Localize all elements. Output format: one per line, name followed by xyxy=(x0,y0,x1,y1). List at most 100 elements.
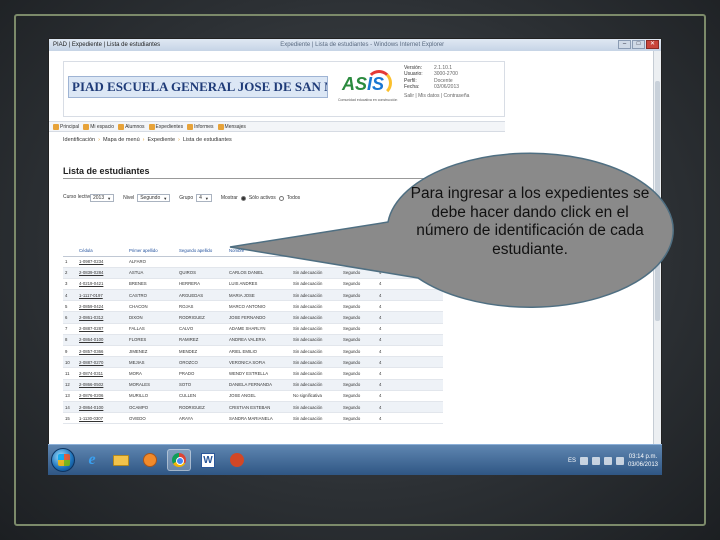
table-cell: Sin adecuación xyxy=(291,300,341,313)
table-cell: JIMENEZ xyxy=(127,345,177,358)
column-header[interactable]: Primer apellido xyxy=(127,246,177,257)
student-id-link[interactable]: 2-0887-0287 xyxy=(77,323,127,335)
student-id-link[interactable]: 2-0839-0284 xyxy=(77,267,127,279)
chrome-icon[interactable] xyxy=(167,449,191,471)
table-cell: HERRERA xyxy=(177,278,227,291)
flag-icon[interactable] xyxy=(579,456,588,465)
clock[interactable]: 03:14 p.m. 03/06/2013 xyxy=(628,453,658,469)
student-id-link[interactable]: 1-0987-0234 xyxy=(77,256,127,268)
column-header[interactable]: Segundo apellido xyxy=(177,246,227,257)
grupo-value: 4 xyxy=(199,195,202,201)
table-cell: 4 xyxy=(377,323,443,335)
student-id-link[interactable]: 2-0864-0100 xyxy=(77,334,127,347)
folder-icon xyxy=(148,123,155,130)
clock-date: 03/06/2013 xyxy=(627,461,658,468)
table-row: 12 2-0866-0502 MORALES SOTO DANIELA FERNANDA… xyxy=(63,379,443,391)
table-cell: 4 xyxy=(377,278,443,291)
table-cell: Segundo xyxy=(341,412,377,425)
session-info: Versión: 2.1.10.1 Usuario: 3000-2700 Perfi… xyxy=(404,65,469,99)
scrollbar-thumb[interactable] xyxy=(655,81,660,321)
power-icon[interactable] xyxy=(615,456,624,465)
student-id-link[interactable]: 2-0874-0311 xyxy=(77,367,127,380)
curso-select[interactable]: 2013 ▼ xyxy=(90,194,115,202)
table-cell: Sin adecuación xyxy=(291,379,341,391)
internet-explorer-icon[interactable]: e xyxy=(80,449,104,471)
logo-text-a: AS xyxy=(342,74,368,94)
table-cell: ALFARO xyxy=(127,256,177,268)
student-id-link[interactable]: 2-0857-0366 xyxy=(77,345,127,358)
radio-activos[interactable] xyxy=(240,195,246,201)
word-icon[interactable]: W xyxy=(196,449,220,471)
folder-icon[interactable] xyxy=(109,449,133,471)
breadcrumb-item[interactable]: Expediente xyxy=(148,137,176,143)
breadcrumb: Identificación › Mapa de menú › Expediente… xyxy=(63,137,232,143)
language-indicator[interactable]: ES xyxy=(568,458,576,464)
table-row: 2 2-0839-0284 ASTUA QUIROS CARLOS DANIEL Sin … xyxy=(63,267,443,279)
menu-item-alumnos[interactable]: Alumnos xyxy=(118,123,145,130)
table-cell: Segundo xyxy=(341,267,377,279)
table-cell: OVIEDO xyxy=(127,412,177,425)
info-label: Fecha: xyxy=(404,84,420,91)
student-id-link[interactable]: 1-1117-0197 xyxy=(77,289,127,302)
table-cell xyxy=(177,256,227,268)
column-header[interactable]: Condición xyxy=(291,246,341,257)
close-button[interactable]: ✕ xyxy=(646,40,659,49)
session-links[interactable]: Salir | Mis datos | Contraseña xyxy=(404,93,469,99)
menu-item-informes[interactable]: Informes xyxy=(187,123,214,130)
menu-label: Mi espacio xyxy=(90,123,115,130)
table-cell: MORALES xyxy=(127,379,177,391)
grupo-select[interactable]: 4 ▼ xyxy=(196,194,212,202)
student-id-link[interactable]: 2-0866-0502 xyxy=(77,379,127,391)
table-cell: Segundo xyxy=(341,311,377,324)
student-id-link[interactable]: 2-0876-0206 xyxy=(77,390,127,402)
table-cell: OROZCO xyxy=(177,356,227,369)
column-header[interactable]: Nombre xyxy=(227,246,291,257)
breadcrumb-item[interactable]: Mapa de menú xyxy=(103,137,140,143)
table-cell: JOSE ANGEL xyxy=(227,390,291,402)
menu-item-expedientes[interactable]: Expedientes xyxy=(148,123,183,130)
vertical-scrollbar[interactable] xyxy=(653,51,661,451)
student-id-link[interactable]: 4-0219-0421 xyxy=(77,278,127,291)
table-cell: 4 xyxy=(377,379,443,391)
table-cell: Sin adecuación xyxy=(291,356,341,369)
menu-item-principal[interactable]: Principal xyxy=(53,123,79,130)
table-cell: VERONICA SOFIA xyxy=(227,356,291,369)
radio-activos-label: Sólo activos xyxy=(248,195,276,201)
volume-icon[interactable] xyxy=(603,456,612,465)
student-id-link[interactable]: 2-0864-0100 xyxy=(77,401,127,414)
table-cell: DIXON xyxy=(127,311,177,324)
table-cell: ARGUEDAS xyxy=(177,289,227,302)
table-cell: No significativa xyxy=(291,390,341,402)
table-cell: 8 xyxy=(63,334,77,347)
page-title: Lista de estudiantes xyxy=(63,166,463,179)
table-cell: Sin adecuación xyxy=(291,323,341,335)
breadcrumb-item[interactable]: Identificación xyxy=(63,137,95,143)
table-cell: 4 xyxy=(377,311,443,324)
network-icon[interactable] xyxy=(591,456,600,465)
column-header[interactable]: Nivel xyxy=(341,246,377,257)
students-table: Cédula Primer apellido Segundo apellido … xyxy=(63,246,443,425)
student-id-link[interactable]: 2-0887-0270 xyxy=(77,356,127,369)
user-icon xyxy=(83,123,90,130)
menu-item-mi-espacio[interactable]: Mi espacio xyxy=(83,123,115,130)
radio-todos[interactable] xyxy=(278,195,284,201)
menu-item-mensajes[interactable]: Mensajes xyxy=(217,123,246,130)
table-cell: 7 xyxy=(63,323,77,335)
table-cell: Segundo xyxy=(341,278,377,291)
student-id-link[interactable]: 1-1130-0307 xyxy=(77,412,127,425)
student-id-link[interactable]: 2-0861-0312 xyxy=(77,311,127,324)
nivel-select[interactable]: Segundo ▼ xyxy=(137,194,171,202)
table-cell: DANIELA FERNANDA xyxy=(227,379,291,391)
menu-label: Alumnos xyxy=(125,123,145,130)
column-header xyxy=(63,246,77,257)
minimize-button[interactable]: – xyxy=(618,40,631,49)
start-button[interactable] xyxy=(51,448,75,472)
column-header[interactable]: Cédula xyxy=(77,246,127,257)
table-cell: OCAMPO xyxy=(127,401,177,414)
table-cell: Segundo xyxy=(341,390,377,402)
media-player-icon[interactable] xyxy=(138,449,162,471)
browser-titlebar: PIAD | Expediente | Lista de estudiantes… xyxy=(49,39,661,51)
student-id-link[interactable]: 2-0859-0424 xyxy=(77,300,127,313)
maximize-button[interactable]: □ xyxy=(632,40,645,49)
powerpoint-icon[interactable] xyxy=(225,449,249,471)
